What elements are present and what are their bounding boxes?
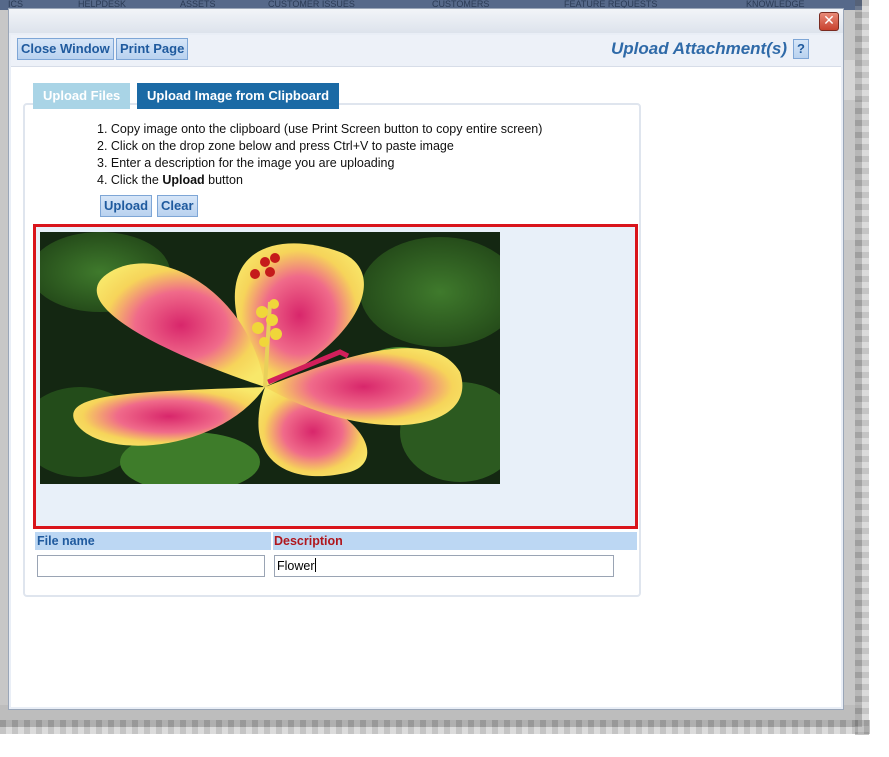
paste-drop-zone[interactable]	[33, 224, 638, 529]
close-window-button[interactable]: Close Window	[17, 38, 114, 60]
file-name-field[interactable]	[37, 555, 265, 577]
torn-edge-shadow	[855, 0, 869, 735]
background-tab: ASSETS	[180, 0, 216, 8]
instruction-step: 2. Click on the drop zone below and pres…	[97, 139, 454, 153]
instruction-list: 1. Copy image onto the clipboard (use Pr…	[97, 121, 542, 189]
print-page-button[interactable]: Print Page	[116, 38, 189, 60]
instruction-text: button	[204, 173, 243, 187]
upload-button[interactable]: Upload	[100, 195, 153, 217]
instruction-emphasis: Upload	[162, 173, 205, 187]
instruction-step: 3. Enter a description for the image you…	[97, 156, 395, 170]
description-field-value: Flower	[277, 559, 315, 573]
instruction-step: 1. Copy image onto the clipboard (use Pr…	[97, 122, 543, 136]
instruction-step: 4. Click the Upload button	[97, 172, 542, 189]
description-header: Description	[274, 534, 343, 548]
tab-upload-files[interactable]: Upload Files	[33, 83, 131, 109]
upload-dialog: ✕ Close Window Print Page Upload Attachm…	[8, 8, 844, 710]
file-name-header: File name	[37, 534, 95, 548]
instruction-text: 4. Click the	[97, 173, 163, 187]
background-tab: KNOWLEDGE	[746, 0, 805, 8]
background-tab: CUSTOMERS	[432, 0, 490, 8]
description-field[interactable]: Flower	[274, 555, 614, 577]
text-caret	[314, 558, 316, 572]
dialog-toolbar: Close Window Print Page Upload Attachmen…	[11, 35, 841, 67]
close-icon[interactable]: ✕	[819, 12, 839, 31]
fields-header: File name Description	[35, 532, 637, 550]
background-tab: CUSTOMER ISSUES	[268, 0, 355, 8]
background-tab: HELPDESK	[78, 0, 127, 8]
dialog-titlebar: ✕	[9, 9, 843, 33]
header-divider	[271, 532, 273, 550]
background-tab: FEATURE REQUESTS	[564, 0, 658, 8]
help-button[interactable]: ?	[793, 39, 809, 59]
page-title: Upload Attachment(s)	[611, 39, 787, 58]
pasted-flower-image	[40, 232, 500, 484]
clear-button[interactable]: Clear	[157, 195, 198, 217]
torn-edge-shadow	[0, 720, 870, 734]
tab-upload-from-clipboard[interactable]: Upload Image from Clipboard	[137, 83, 340, 109]
screen: ICS HELPDESK ASSETS CUSTOMER ISSUES CUST…	[0, 0, 889, 757]
dialog-content: Close Window Print Page Upload Attachmen…	[11, 35, 841, 707]
background-tab: ICS	[8, 0, 24, 8]
